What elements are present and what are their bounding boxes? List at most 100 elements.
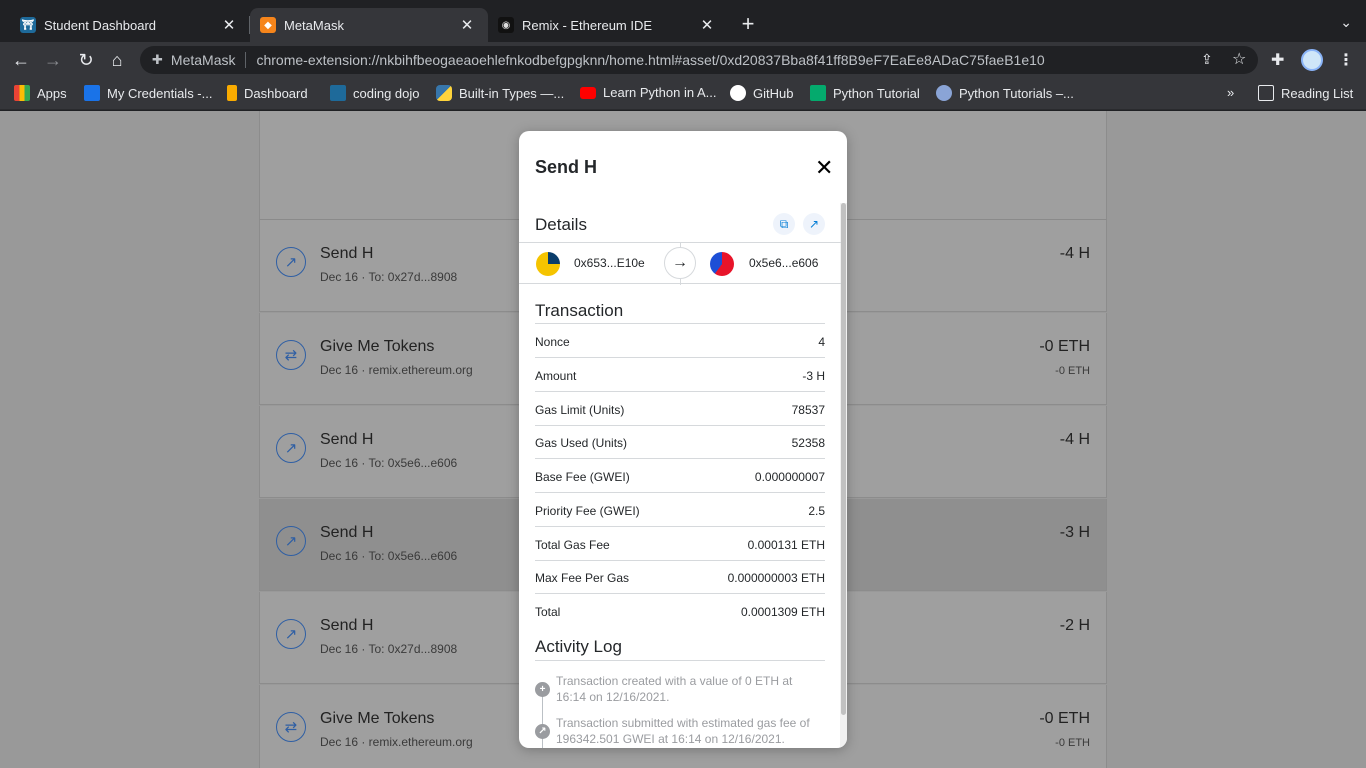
activity-amount: -3 H bbox=[1059, 524, 1090, 541]
tx-label: Amount bbox=[535, 369, 577, 383]
tx-value: 78537 bbox=[791, 403, 825, 417]
activity-subtitle: Dec 16 · To: 0x27d...8908 bbox=[320, 270, 458, 284]
bookmark-learn-python[interactable]: Learn Python in A... bbox=[580, 85, 716, 100]
profile-avatar[interactable] bbox=[1301, 49, 1323, 71]
close-icon[interactable]: ✕ bbox=[815, 155, 833, 181]
reading-list-button[interactable]: Reading List bbox=[1258, 85, 1353, 101]
tx-row-max-fee-per-gas: Max Fee Per Gas 0.000000003 ETH bbox=[535, 560, 825, 594]
bookmark-label: GitHub bbox=[753, 85, 794, 101]
send-icon: ↗ bbox=[276, 526, 306, 556]
extensions-puzzle-icon[interactable]: ✚ bbox=[1271, 50, 1284, 70]
tab-title: MetaMask bbox=[284, 17, 344, 33]
tx-value: 52358 bbox=[791, 436, 825, 450]
bookmarks-bar: Apps My Credentials -... Dashboard codin… bbox=[0, 78, 1366, 110]
tx-row-gas-limit: Gas Limit (Units) 78537 bbox=[535, 392, 825, 426]
coding-dojo-icon: ⛩ bbox=[20, 17, 36, 33]
tx-label: Max Fee Per Gas bbox=[535, 571, 630, 585]
tx-label: Gas Used (Units) bbox=[535, 436, 628, 450]
from-address[interactable]: 0x653...E10e bbox=[574, 256, 645, 270]
tx-value: 0.000000003 ETH bbox=[727, 571, 825, 585]
arrow-right-icon: → bbox=[664, 247, 696, 279]
tx-row-total-gas-fee: Total Gas Fee 0.000131 ETH bbox=[535, 527, 825, 561]
credentials-icon bbox=[84, 85, 100, 101]
bookmark-star-icon[interactable]: ☆ bbox=[1232, 49, 1246, 69]
close-icon[interactable]: ✕ bbox=[220, 16, 238, 34]
activity-amount: -0 ETH bbox=[1039, 710, 1090, 727]
to-address[interactable]: 0x5e6...e606 bbox=[749, 256, 818, 270]
metamask-fox-icon: ◆ bbox=[260, 17, 276, 33]
tx-value: 4 bbox=[818, 335, 825, 349]
modal-header: Send H ✕ bbox=[519, 131, 847, 201]
tx-value: 0.000131 ETH bbox=[747, 538, 825, 552]
details-actions: ⧉ ↗ bbox=[773, 213, 825, 235]
real-python-icon bbox=[936, 85, 952, 101]
activity-log-heading: Activity Log bbox=[535, 637, 622, 656]
close-icon[interactable]: ✕ bbox=[458, 16, 476, 34]
activity-subtitle: Dec 16 · To: 0x27d...8908 bbox=[320, 642, 458, 656]
activity-amount: -4 H bbox=[1059, 431, 1090, 448]
plus-icon: + bbox=[535, 682, 550, 697]
arrow-up-right-icon: ↗ bbox=[535, 724, 550, 739]
bookmark-label: My Credentials -... bbox=[107, 85, 213, 101]
activity-log-timeline bbox=[542, 688, 543, 748]
bookmark-label: Python Tutorial bbox=[833, 85, 920, 101]
reading-list-icon bbox=[1258, 85, 1274, 101]
transaction-heading: Transaction bbox=[535, 301, 624, 320]
home-icon[interactable]: ⌂ bbox=[104, 47, 130, 73]
tx-row-amount: Amount -3 H bbox=[535, 358, 825, 392]
tx-row-nonce: Nonce 4 bbox=[535, 324, 825, 358]
details-heading: Details bbox=[535, 215, 587, 234]
bookmark-python-tutorials[interactable]: Python Tutorials –... bbox=[936, 85, 1074, 101]
activity-secondary-amount: -0 ETH bbox=[1055, 737, 1090, 749]
activity-subtitle: Dec 16 · To: 0x5e6...e606 bbox=[320, 456, 458, 470]
view-on-explorer-icon[interactable]: ↗ bbox=[803, 213, 825, 235]
activity-subtitle: Dec 16 · remix.ethereum.org bbox=[320, 735, 473, 749]
activity-title: Send H bbox=[320, 245, 374, 262]
extension-puzzle-icon: ✚ bbox=[152, 52, 163, 67]
back-arrow-icon[interactable]: ← bbox=[8, 47, 34, 73]
bookmark-github[interactable]: GitHub bbox=[730, 85, 793, 101]
share-icon[interactable]: ⇪ bbox=[1201, 51, 1213, 68]
copy-icon[interactable]: ⧉ bbox=[773, 213, 795, 235]
bookmark-my-credentials[interactable]: My Credentials -... bbox=[84, 85, 212, 101]
tab-remix[interactable]: ◉ Remix - Ethereum IDE ✕ bbox=[488, 8, 728, 42]
close-icon[interactable]: ✕ bbox=[698, 16, 716, 34]
modal-title: Send H bbox=[535, 157, 598, 177]
tab-search-chevron-icon[interactable]: ⌄ bbox=[1340, 14, 1352, 31]
bookmark-built-in-types[interactable]: Built-in Types —... bbox=[436, 85, 564, 101]
remix-icon: ◉ bbox=[498, 17, 514, 33]
bookmark-label: coding dojo bbox=[353, 85, 420, 101]
to-account-avatar bbox=[710, 252, 734, 276]
activity-secondary-amount: -0 ETH bbox=[1055, 365, 1090, 377]
swap-icon: ⇄ bbox=[276, 712, 306, 742]
tx-row-total: Total 0.0001309 ETH bbox=[535, 594, 825, 628]
bookmark-dashboard[interactable]: Dashboard bbox=[227, 85, 308, 101]
tx-value: 2.5 bbox=[808, 504, 825, 518]
forward-arrow-icon[interactable]: → bbox=[40, 47, 66, 73]
activity-title: Send H bbox=[320, 431, 374, 448]
scrollbar-thumb[interactable] bbox=[841, 203, 846, 715]
bookmark-coding-dojo[interactable]: coding dojo bbox=[330, 85, 420, 101]
reading-list-label: Reading List bbox=[1281, 85, 1354, 101]
bookmark-apps[interactable]: Apps bbox=[14, 85, 67, 101]
tx-row-priority-fee: Priority Fee (GWEI) 2.5 bbox=[535, 493, 825, 527]
menu-kebab-icon[interactable]: ⋮ bbox=[1338, 50, 1354, 70]
activity-log-divider bbox=[535, 660, 825, 661]
from-to-bar: 0x653...E10e → 0x5e6...e606 bbox=[519, 242, 841, 285]
activity-amount: -2 H bbox=[1059, 617, 1090, 634]
bookmark-label: Built-in Types —... bbox=[459, 85, 565, 101]
tx-label: Gas Limit (Units) bbox=[535, 403, 625, 417]
new-tab-button[interactable]: + bbox=[736, 12, 760, 36]
tx-label: Base Fee (GWEI) bbox=[535, 470, 630, 484]
youtube-icon bbox=[580, 86, 596, 99]
tab-student-dashboard[interactable]: ⛩ Student Dashboard ✕ bbox=[0, 8, 250, 42]
tab-metamask[interactable]: ◆ MetaMask ✕ bbox=[250, 8, 488, 42]
activity-amount: -0 ETH bbox=[1039, 338, 1090, 355]
activity-subtitle: Dec 16 · remix.ethereum.org bbox=[320, 363, 473, 377]
bookmark-python-tutorial[interactable]: Python Tutorial bbox=[810, 85, 920, 101]
reload-icon[interactable]: ↻ bbox=[73, 47, 99, 73]
address-bar[interactable]: ✚ MetaMask chrome-extension://nkbihfbeog… bbox=[140, 46, 1258, 74]
activity-title: Send H bbox=[320, 617, 374, 634]
more-bookmarks-chevron-icon[interactable]: » bbox=[1227, 85, 1234, 100]
bookmark-label: Apps bbox=[37, 85, 67, 101]
